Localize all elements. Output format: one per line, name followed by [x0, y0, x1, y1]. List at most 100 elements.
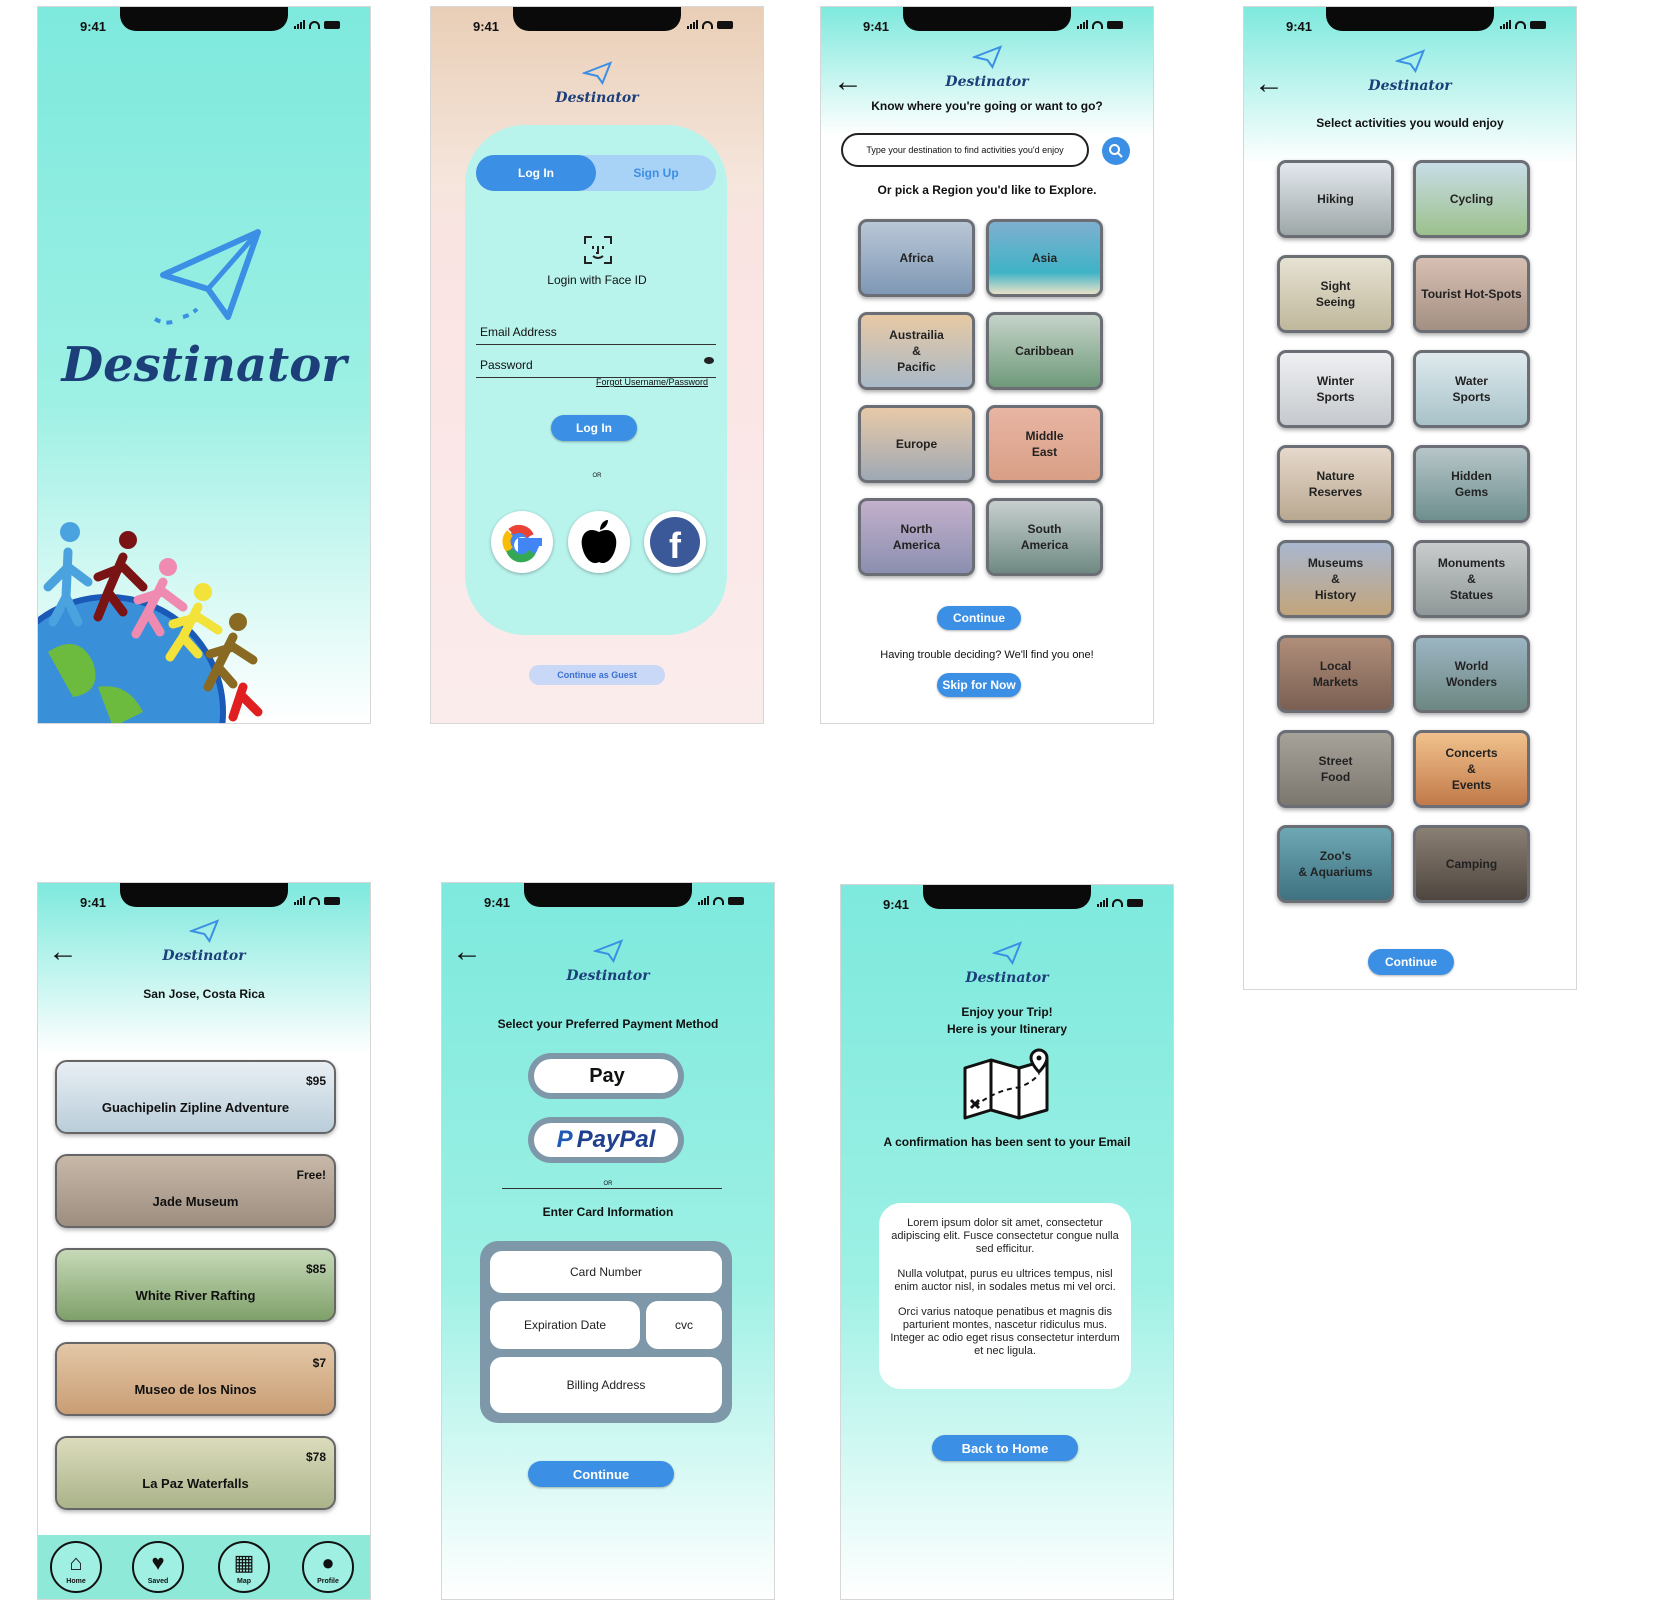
- region-tile-middle-east[interactable]: Middle East: [986, 405, 1103, 483]
- app-logo: Destinator: [965, 941, 1049, 986]
- notch: [120, 7, 288, 31]
- continue-as-guest-button[interactable]: Continue as Guest: [529, 665, 665, 685]
- status-icons: [294, 896, 340, 905]
- confirmation-screen: 9:41 Destinator Enjoy your Trip! Here is…: [840, 884, 1174, 1600]
- activity-tile-monuments-statues[interactable]: Monuments & Statues: [1413, 540, 1530, 618]
- app-logo-text: Destinator: [61, 337, 347, 393]
- nav-map[interactable]: ▦ Map: [218, 1541, 270, 1593]
- back-arrow-icon[interactable]: ←: [833, 67, 863, 97]
- activity-tile-tourist-hot-spots[interactable]: Tourist Hot-Spots: [1413, 255, 1530, 333]
- list-item[interactable]: $78 La Paz Waterfalls: [55, 1436, 336, 1510]
- nav-label: Profile: [317, 1578, 339, 1585]
- nav-label: Home: [66, 1578, 86, 1585]
- region-label: Caribbean: [1015, 344, 1074, 358]
- continue-button[interactable]: Continue: [1368, 949, 1454, 975]
- nav-label: Map: [237, 1578, 251, 1585]
- activity-tile-world-wonders[interactable]: World Wonders: [1413, 635, 1530, 713]
- list-item[interactable]: Free! Jade Museum: [55, 1154, 336, 1228]
- activity-tile-concerts-events[interactable]: Concerts & Events: [1413, 730, 1530, 808]
- face-id-icon[interactable]: [583, 235, 613, 265]
- activity-tile-winter-sports[interactable]: Winter Sports: [1277, 350, 1394, 428]
- back-arrow-icon[interactable]: ←: [48, 937, 78, 967]
- status-icons: [294, 20, 340, 29]
- region-tile-south-america[interactable]: South America: [986, 498, 1103, 576]
- forgot-password-link[interactable]: Forgot Username/Password: [596, 377, 708, 387]
- activity-tile-hiking[interactable]: Hiking: [1277, 160, 1394, 238]
- region-label: South America: [1020, 522, 1069, 552]
- app-logo: Destinator: [555, 61, 639, 106]
- nav-home[interactable]: ⌂ Home: [50, 1541, 102, 1593]
- activity-tile-street-food[interactable]: Street Food: [1277, 730, 1394, 808]
- region-tile-africa[interactable]: Africa: [858, 219, 975, 297]
- region-tile-australia-pacific[interactable]: Austrailia & Pacific: [858, 312, 975, 390]
- app-logo: Destinator: [162, 919, 246, 964]
- facebook-login-button[interactable]: f: [644, 511, 706, 573]
- destination-search-input[interactable]: Type your destination to find activities…: [841, 133, 1089, 167]
- activity-tile-water-sports[interactable]: Water Sports: [1413, 350, 1530, 428]
- activity-tile-sight-seeing[interactable]: Sight Seeing: [1277, 255, 1394, 333]
- billing-address-field[interactable]: Billing Address: [490, 1357, 722, 1413]
- face-id-label: Login with Face ID: [547, 273, 647, 287]
- heart-plus-icon: ♥: [151, 1550, 165, 1575]
- activity-tile-camping[interactable]: Camping: [1413, 825, 1530, 903]
- region-label: Austrailia & Pacific: [889, 328, 944, 374]
- region-label: Europe: [895, 437, 938, 451]
- paypal-button[interactable]: P PayPal: [528, 1117, 684, 1163]
- region-tile-caribbean[interactable]: Caribbean: [986, 312, 1103, 390]
- activity-tile-museums-history[interactable]: Museums & History: [1277, 540, 1394, 618]
- list-item[interactable]: $95 Guachipelin Zipline Adventure: [55, 1060, 336, 1134]
- activity-name: Guachipelin Zipline Adventure: [101, 1100, 290, 1115]
- continue-button[interactable]: Continue: [528, 1461, 674, 1487]
- activity-tile-zoos-aquariums[interactable]: Zoo's & Aquariums: [1277, 825, 1394, 903]
- region-tile-europe[interactable]: Europe: [858, 405, 975, 483]
- email-field[interactable]: Email Address: [476, 325, 716, 345]
- apple-login-button[interactable]: [568, 511, 630, 573]
- cvc-field[interactable]: cvc: [646, 1301, 722, 1349]
- expiration-date-field[interactable]: Expiration Date: [490, 1301, 640, 1349]
- status-icons: [1500, 20, 1546, 29]
- auth-tabs: Log In Sign Up: [476, 155, 716, 191]
- password-field[interactable]: Password: [476, 358, 716, 378]
- itinerary-details-card: Lorem ipsum dolor sit amet, consectetur …: [879, 1203, 1131, 1389]
- login-screen: 9:41 Destinator Log In Sign Up Login wit…: [430, 6, 764, 724]
- continue-button[interactable]: Continue: [937, 606, 1021, 630]
- splash-screen: 9:41 Destinator: [37, 6, 371, 724]
- paper-plane-icon: [580, 61, 612, 86]
- search-button[interactable]: [1102, 137, 1130, 165]
- facebook-icon: f: [650, 517, 700, 567]
- activity-tile-cycling[interactable]: Cycling: [1413, 160, 1530, 238]
- price-label: $78: [305, 1450, 326, 1464]
- notch: [513, 7, 681, 31]
- activity-tile-local-markets[interactable]: Local Markets: [1277, 635, 1394, 713]
- back-to-home-button[interactable]: Back to Home: [932, 1435, 1078, 1461]
- status-time: 9:41: [484, 895, 511, 910]
- status-icons: [687, 20, 733, 29]
- nav-profile[interactable]: ● Profile: [302, 1541, 354, 1593]
- app-logo: Destinator: [566, 939, 650, 984]
- list-item[interactable]: $7 Museo de los Ninos: [55, 1342, 336, 1416]
- logo-text: Destinator: [945, 74, 1029, 90]
- skip-for-now-button[interactable]: Skip for Now: [937, 673, 1021, 697]
- tab-log-in[interactable]: Log In: [476, 155, 596, 191]
- google-login-button[interactable]: [491, 511, 553, 573]
- paper-plane-icon: [591, 939, 623, 964]
- log-in-button[interactable]: Log In: [551, 415, 637, 441]
- notch: [923, 885, 1091, 909]
- price-label: Free!: [296, 1168, 326, 1182]
- region-tile-north-america[interactable]: North America: [858, 498, 975, 576]
- card-number-field[interactable]: Card Number: [490, 1251, 722, 1293]
- activity-tile-nature-reserves[interactable]: Nature Reserves: [1277, 445, 1394, 523]
- back-arrow-icon[interactable]: ←: [1254, 69, 1284, 99]
- back-arrow-icon[interactable]: ←: [452, 937, 482, 967]
- show-password-icon[interactable]: [704, 357, 714, 364]
- destination-question: Know where you're going or want to go?: [871, 99, 1103, 113]
- list-item[interactable]: $85 White River Rafting: [55, 1248, 336, 1322]
- nav-saved[interactable]: ♥ Saved: [132, 1541, 184, 1593]
- activities-screen: 9:41 ← Destinator Select activities you …: [1243, 6, 1577, 990]
- apple-pay-button[interactable]: Pay: [528, 1053, 684, 1099]
- tab-sign-up[interactable]: Sign Up: [596, 155, 716, 191]
- region-tile-asia[interactable]: Asia: [986, 219, 1103, 297]
- activity-tile-hidden-gems[interactable]: Hidden Gems: [1413, 445, 1530, 523]
- map-pin-icon: [963, 1048, 1049, 1120]
- logo-text: Destinator: [162, 948, 246, 964]
